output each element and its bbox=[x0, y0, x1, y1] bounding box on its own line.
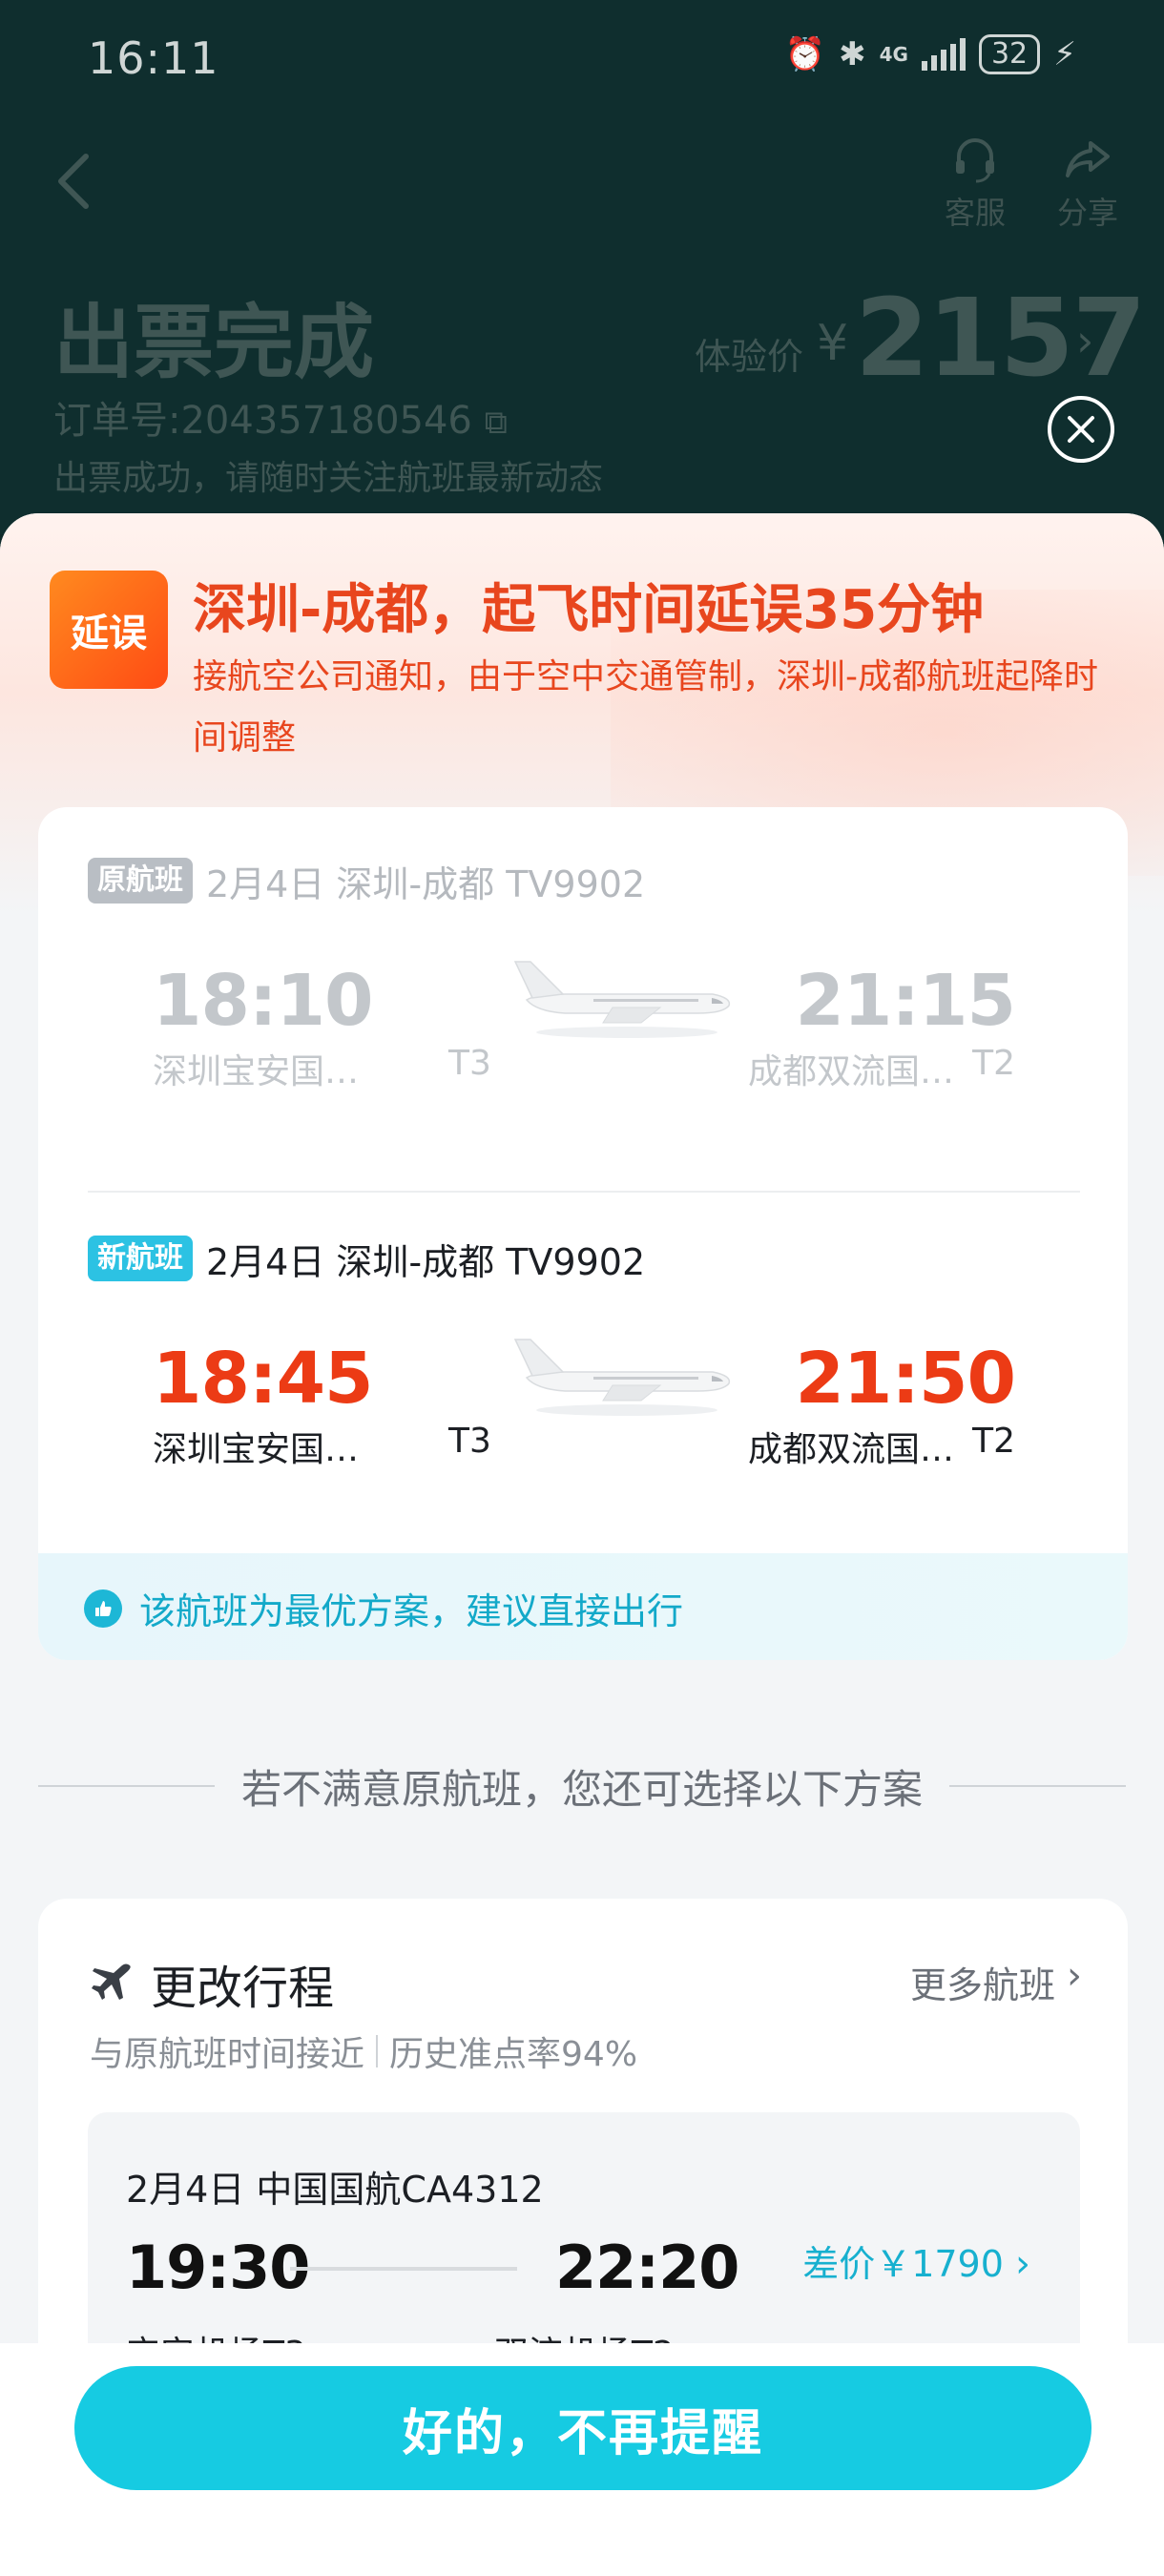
new-flight-info: 2月4日 深圳-成都 TV9902 bbox=[206, 1240, 646, 1283]
option-arrival-time: 22:20 bbox=[555, 2233, 739, 2302]
order-number-text: 订单号:204357180546 bbox=[53, 399, 472, 443]
battery-level: 32 bbox=[978, 34, 1041, 74]
new-arrival-time: 21:50 bbox=[795, 1338, 1016, 1420]
option-price-difference[interactable]: 差价￥1790 › bbox=[802, 2234, 1030, 2287]
option-departure-time: 19:30 bbox=[126, 2233, 310, 2302]
new-arrival-airport: 成都双流国… bbox=[748, 1430, 955, 1469]
status-icons: ⏰ ✱ 4G 32 ⚡ bbox=[785, 34, 1076, 74]
separator bbox=[376, 2035, 379, 2067]
original-flight-info: 2月4日 深圳-成都 TV9902 bbox=[206, 862, 646, 905]
change-itinerary-title: 更改行程 bbox=[151, 1962, 335, 2015]
new-flight-tag: 新航班 bbox=[88, 1236, 193, 1281]
delay-notice-sheet: 延误 深圳-成都，起飞时间延误35分钟 接航空公司通知，由于空中交通管制，深圳-… bbox=[0, 513, 1164, 2576]
alarm-icon: ⏰ bbox=[784, 35, 826, 73]
original-departure-airport: 深圳宝安国… bbox=[153, 1052, 360, 1091]
bluetooth-icon: ✱ bbox=[839, 35, 866, 73]
price-currency: ¥ bbox=[817, 315, 849, 372]
back-arrow-icon[interactable] bbox=[48, 143, 105, 219]
new-departure-terminal: T3 bbox=[448, 1422, 491, 1461]
share-button[interactable]: 分享 bbox=[1057, 134, 1118, 233]
airplane-icon bbox=[92, 1963, 131, 2000]
change-subtitle-time: 与原航班时间接近 bbox=[90, 2035, 365, 2074]
airplane-icon bbox=[513, 1339, 731, 1416]
customer-service-button[interactable]: 客服 bbox=[945, 134, 1006, 233]
airplane-icon bbox=[513, 961, 731, 1038]
page-title: 出票完成 bbox=[53, 296, 375, 389]
ok-dismiss-button[interactable]: 好的，不再提醒 bbox=[74, 2366, 1091, 2490]
option-route-line bbox=[290, 2267, 517, 2271]
option-header: 2月4日 中国国航CA4312 bbox=[126, 2169, 544, 2211]
headset-icon bbox=[956, 138, 994, 183]
price-value[interactable]: 2157 bbox=[855, 277, 1147, 401]
new-departure-airport: 深圳宝安国… bbox=[153, 1430, 360, 1469]
change-subtitle-ontime: 历史准点率94% bbox=[389, 2035, 638, 2074]
original-arrival-airport: 成都双流国… bbox=[748, 1052, 955, 1091]
delay-description: 接航空公司通知，由于空中交通管制，深圳-成都航班起降时间调整 bbox=[193, 657, 1098, 758]
original-flight-header: 原航班 2月4日 深圳-成都 TV9902 bbox=[88, 857, 1080, 905]
signal-icon bbox=[921, 38, 966, 71]
background-page: 16:11 ⏰ ✱ 4G 32 ⚡ 客服 分享 出票完成 体验价 ¥ 2157 … bbox=[0, 0, 1164, 534]
change-subtitle: 与原航班时间接近 历史准点率94% bbox=[90, 2026, 637, 2076]
price-label: 体验价 bbox=[695, 336, 804, 378]
suggestion-text: 该航班为最优方案，建议直接出行 bbox=[139, 1590, 684, 1632]
new-flight-header: 新航班 2月4日 深圳-成都 TV9902 bbox=[88, 1235, 1080, 1283]
original-departure-time: 18:10 bbox=[153, 960, 374, 1042]
bottom-action-bar: 好的，不再提醒 bbox=[0, 2343, 1164, 2576]
original-departure-terminal: T3 bbox=[448, 1044, 491, 1083]
original-arrival-terminal: T2 bbox=[972, 1044, 1015, 1083]
chevron-right-icon[interactable]: › bbox=[1067, 1954, 1082, 1998]
share-label: 分享 bbox=[1057, 195, 1119, 231]
divider bbox=[88, 1191, 1080, 1193]
chevron-right-icon[interactable]: › bbox=[1076, 315, 1093, 366]
delay-title: 深圳-成都，起飞时间延误35分钟 bbox=[193, 579, 985, 641]
close-button[interactable] bbox=[1048, 396, 1114, 463]
divider bbox=[949, 1785, 1127, 1787]
alternatives-header-text: 若不满意原航班，您还可选择以下方案 bbox=[241, 1765, 924, 1813]
network-type: 4G bbox=[879, 43, 908, 66]
charging-icon: ⚡ bbox=[1053, 35, 1076, 73]
thumbs-up-icon bbox=[84, 1589, 122, 1628]
more-flights-link[interactable]: 更多航班 bbox=[910, 1956, 1055, 2008]
new-departure-time: 18:45 bbox=[153, 1338, 374, 1420]
order-number: 订单号:204357180546 ⧉ bbox=[53, 389, 508, 445]
copy-icon[interactable]: ⧉ bbox=[485, 404, 508, 442]
delay-badge: 延误 bbox=[50, 571, 168, 689]
close-icon bbox=[1068, 416, 1094, 443]
original-arrival-time: 21:15 bbox=[795, 960, 1016, 1042]
original-flight: 原航班 2月4日 深圳-成都 TV9902 18:10 21:15 深圳宝安国…… bbox=[88, 857, 1080, 1091]
new-arrival-terminal: T2 bbox=[972, 1422, 1015, 1461]
status-time: 16:11 bbox=[88, 32, 219, 84]
customer-service-label: 客服 bbox=[945, 195, 1007, 231]
option-price-text: 差价￥1790 bbox=[802, 2243, 1004, 2285]
chevron-right-icon: › bbox=[1015, 2242, 1030, 2286]
flight-comparison-card: 原航班 2月4日 深圳-成都 TV9902 18:10 21:15 深圳宝安国…… bbox=[38, 807, 1128, 1660]
original-flight-tag: 原航班 bbox=[88, 858, 193, 904]
status-bar: 16:11 ⏰ ✱ 4G 32 ⚡ bbox=[0, 0, 1164, 114]
divider bbox=[38, 1785, 215, 1787]
new-flight: 新航班 2月4日 深圳-成都 TV9902 18:45 21:50 深圳宝安国…… bbox=[88, 1235, 1080, 1469]
share-icon bbox=[1066, 141, 1110, 177]
ticket-notice: 出票成功，请随时关注航班最新动态 bbox=[53, 459, 604, 498]
suggestion-row: 该航班为最优方案，建议直接出行 bbox=[84, 1582, 683, 1634]
alternatives-header: 若不满意原航班，您还可选择以下方案 bbox=[38, 1757, 1127, 1815]
